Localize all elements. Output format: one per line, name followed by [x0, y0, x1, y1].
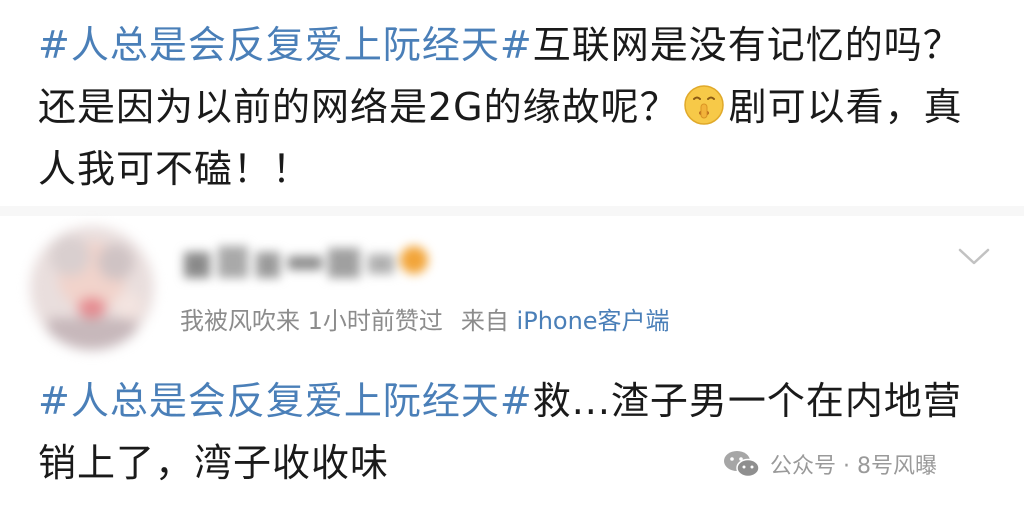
username[interactable]	[178, 238, 448, 288]
hashtag-link[interactable]: #人总是会反复爱上阮经天#	[38, 23, 533, 67]
meta-activity: 我被风吹来 1小时前赞过	[180, 307, 443, 335]
blurred-username-image	[184, 246, 428, 278]
wechat-icon	[724, 451, 760, 478]
avatar[interactable]	[30, 226, 154, 350]
section-divider	[0, 206, 1024, 216]
shushing-face-emoji-icon	[683, 85, 724, 125]
watermark-text: 公众号 · 8号风曝	[770, 454, 937, 479]
meta-source-client-link[interactable]: iPhone客户端	[517, 307, 670, 335]
meta-source-prefix: 来自	[460, 307, 509, 335]
repost-meta: 我被风吹来 1小时前赞过 来自 iPhone客户端	[180, 303, 670, 339]
blurred-avatar-image	[30, 226, 154, 350]
post-text-top: #人总是会反复爱上阮经天#互联网是没有记忆的吗？还是因为以前的网络是2G的缘故呢…	[38, 14, 988, 200]
weibo-feed-screenshot: #人总是会反复爱上阮经天#互联网是没有记忆的吗？还是因为以前的网络是2G的缘故呢…	[0, 0, 1024, 506]
watermark: 公众号 · 8号风曝	[722, 446, 937, 482]
hashtag-link[interactable]: #人总是会反复爱上阮经天#	[38, 379, 533, 423]
chevron-down-icon[interactable]	[956, 242, 992, 270]
